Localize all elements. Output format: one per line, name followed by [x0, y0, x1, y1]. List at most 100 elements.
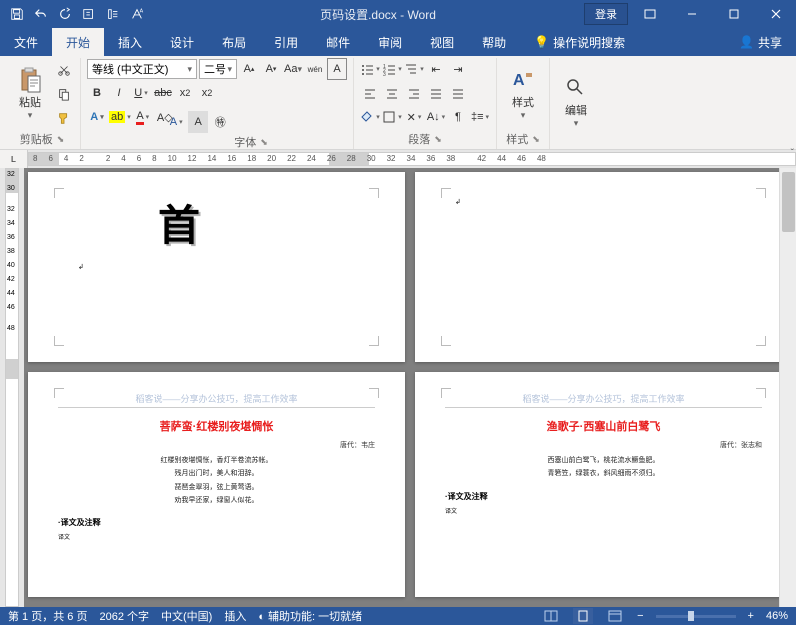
font-name-select[interactable]: 等线 (中文正文)▾	[87, 59, 197, 79]
login-button[interactable]: 登录	[584, 3, 628, 25]
zoom-level[interactable]: 46%	[766, 610, 788, 622]
page-author: 唐代：张志和	[445, 440, 762, 450]
chevron-down-icon: ▾	[521, 110, 526, 121]
format-painter-icon[interactable]	[54, 107, 74, 129]
tab-references[interactable]: 引用	[260, 28, 312, 56]
align-distributed-icon[interactable]	[448, 82, 468, 104]
change-case-icon[interactable]: Aa▾	[283, 58, 303, 80]
accessibility-icon: ◐	[258, 611, 265, 623]
font-size-select[interactable]: 二号▾	[199, 59, 237, 79]
clipboard-icon	[14, 66, 46, 94]
ribbon-display-icon[interactable]	[630, 0, 670, 28]
qat-icon-3[interactable]: A	[126, 3, 148, 25]
tell-me[interactable]: 💡操作说明搜索	[520, 28, 639, 56]
save-icon[interactable]	[6, 3, 28, 25]
strikethrough-icon[interactable]: abc	[153, 82, 173, 104]
multilevel-list-icon[interactable]	[404, 58, 424, 80]
tab-layout[interactable]: 布局	[208, 28, 260, 56]
qat-customize-icon[interactable]	[150, 3, 172, 25]
editing-button[interactable]: 编辑 ▾	[556, 74, 596, 129]
align-justify-icon[interactable]	[426, 82, 446, 104]
styles-button[interactable]: A 样式 ▾	[503, 66, 543, 121]
align-right-icon[interactable]	[404, 82, 424, 104]
enclose-char-icon[interactable]: ㊕	[210, 111, 230, 133]
print-layout-icon[interactable]	[573, 608, 593, 624]
page-title: 菩萨蛮·红楼别夜堪惆怅	[58, 418, 375, 434]
undo-icon[interactable]	[30, 3, 52, 25]
zoom-in-icon[interactable]: +	[748, 610, 754, 622]
close-icon[interactable]	[756, 0, 796, 28]
dialog-launcher-icon[interactable]: ⬊	[532, 134, 540, 145]
phonetic-guide-icon[interactable]: wén	[305, 58, 325, 80]
dialog-launcher-icon[interactable]: ⬊	[434, 134, 442, 145]
zoom-out-icon[interactable]: −	[637, 610, 643, 622]
bold-icon[interactable]: B	[87, 82, 107, 104]
tab-selector[interactable]: L	[0, 150, 28, 168]
paragraph-group-label: 段落	[408, 131, 430, 147]
align-left-icon[interactable]	[360, 82, 380, 104]
share-button[interactable]: 👤共享	[725, 28, 796, 56]
paste-button[interactable]: 粘贴 ▾	[10, 66, 50, 121]
subscript-icon[interactable]: x2	[175, 82, 195, 104]
align-center-icon[interactable]	[382, 82, 402, 104]
status-insert[interactable]: 插入	[224, 608, 246, 624]
status-lang[interactable]: 中文(中国)	[161, 608, 212, 624]
qat-icon-1[interactable]	[78, 3, 100, 25]
char-border-icon[interactable]: A	[327, 58, 347, 80]
page-3[interactable]: 稻客说——分享办公技巧，提高工作效率 菩萨蛮·红楼别夜堪惆怅 唐代：韦庄 红楼别…	[28, 372, 405, 597]
zoom-slider[interactable]	[656, 615, 736, 618]
page-body: 红楼别夜堪惆怅，香灯半卷流苏帐。残月出门时，美人和泪辞。琵琶金翠羽，弦上黄莺语。…	[58, 454, 375, 507]
read-mode-icon[interactable]	[541, 608, 561, 624]
web-layout-icon[interactable]	[605, 608, 625, 624]
tab-help[interactable]: 帮助	[468, 28, 520, 56]
vertical-scrollbar[interactable]	[779, 168, 796, 607]
underline-icon[interactable]: U	[131, 82, 151, 104]
font-color-icon[interactable]: A	[133, 106, 153, 128]
tab-file[interactable]: 文件	[0, 28, 52, 56]
line-spacing-icon[interactable]: ‡≡	[470, 106, 490, 128]
char-shading-icon[interactable]: A	[188, 111, 208, 133]
copy-icon[interactable]	[54, 83, 74, 105]
tab-mailings[interactable]: 邮件	[312, 28, 364, 56]
increase-font-icon[interactable]: A▴	[239, 58, 259, 80]
page-body: 西塞山前白鹭飞，桃花流水鳜鱼肥。青箬笠，绿蓑衣，斜风细雨不须归。	[445, 454, 762, 481]
bullets-icon[interactable]	[360, 58, 380, 80]
decrease-font-icon[interactable]: A▾	[261, 58, 281, 80]
increase-indent-icon[interactable]: ⇥	[448, 58, 468, 80]
tab-view[interactable]: 视图	[416, 28, 468, 56]
page-title: 渔歌子·西塞山前白鹭飞	[445, 418, 762, 434]
show-marks-icon[interactable]: ¶	[448, 106, 468, 128]
horizontal-ruler[interactable]: 8642246810121416182022242628303234363842…	[28, 152, 796, 166]
char-scaling-icon[interactable]: A	[166, 111, 186, 133]
styles-icon: A	[507, 66, 539, 94]
status-accessibility[interactable]: ◐ 辅助功能: 一切就绪	[258, 608, 362, 624]
redo-icon[interactable]	[54, 3, 76, 25]
status-page[interactable]: 第 1 页，共 6 页	[8, 608, 87, 624]
sort-icon[interactable]: A↓	[426, 106, 446, 128]
decrease-indent-icon[interactable]: ⇤	[426, 58, 446, 80]
status-words[interactable]: 2062 个字	[99, 608, 149, 624]
borders-icon[interactable]	[382, 106, 402, 128]
shading-icon[interactable]	[360, 106, 380, 128]
page-2[interactable]: ↲	[415, 172, 792, 362]
italic-icon[interactable]: I	[109, 82, 129, 104]
page-4[interactable]: 稻客说——分享办公技巧，提高工作效率 渔歌子·西塞山前白鹭飞 唐代：张志和 西塞…	[415, 372, 792, 597]
dialog-launcher-icon[interactable]: ⬊	[57, 134, 65, 145]
numbering-icon[interactable]: 123	[382, 58, 402, 80]
tab-insert[interactable]: 插入	[104, 28, 156, 56]
superscript-icon[interactable]: x2	[197, 82, 217, 104]
dialog-launcher-icon[interactable]: ⬊	[260, 137, 268, 148]
tab-home[interactable]: 开始	[52, 28, 104, 56]
highlight-icon[interactable]: ab	[109, 106, 131, 128]
minimize-icon[interactable]	[672, 0, 712, 28]
tab-design[interactable]: 设计	[156, 28, 208, 56]
qat-icon-2[interactable]	[102, 3, 124, 25]
asian-layout-icon[interactable]: ✕	[404, 106, 424, 128]
text-effects-icon[interactable]: A	[87, 106, 107, 128]
page-1[interactable]: 首 ↲	[28, 172, 405, 362]
section-title: ·译文及注释	[58, 517, 375, 528]
tab-review[interactable]: 审阅	[364, 28, 416, 56]
cut-icon[interactable]	[54, 59, 74, 81]
vertical-ruler[interactable]: 3230323436384042444648	[0, 168, 24, 607]
maximize-icon[interactable]	[714, 0, 754, 28]
